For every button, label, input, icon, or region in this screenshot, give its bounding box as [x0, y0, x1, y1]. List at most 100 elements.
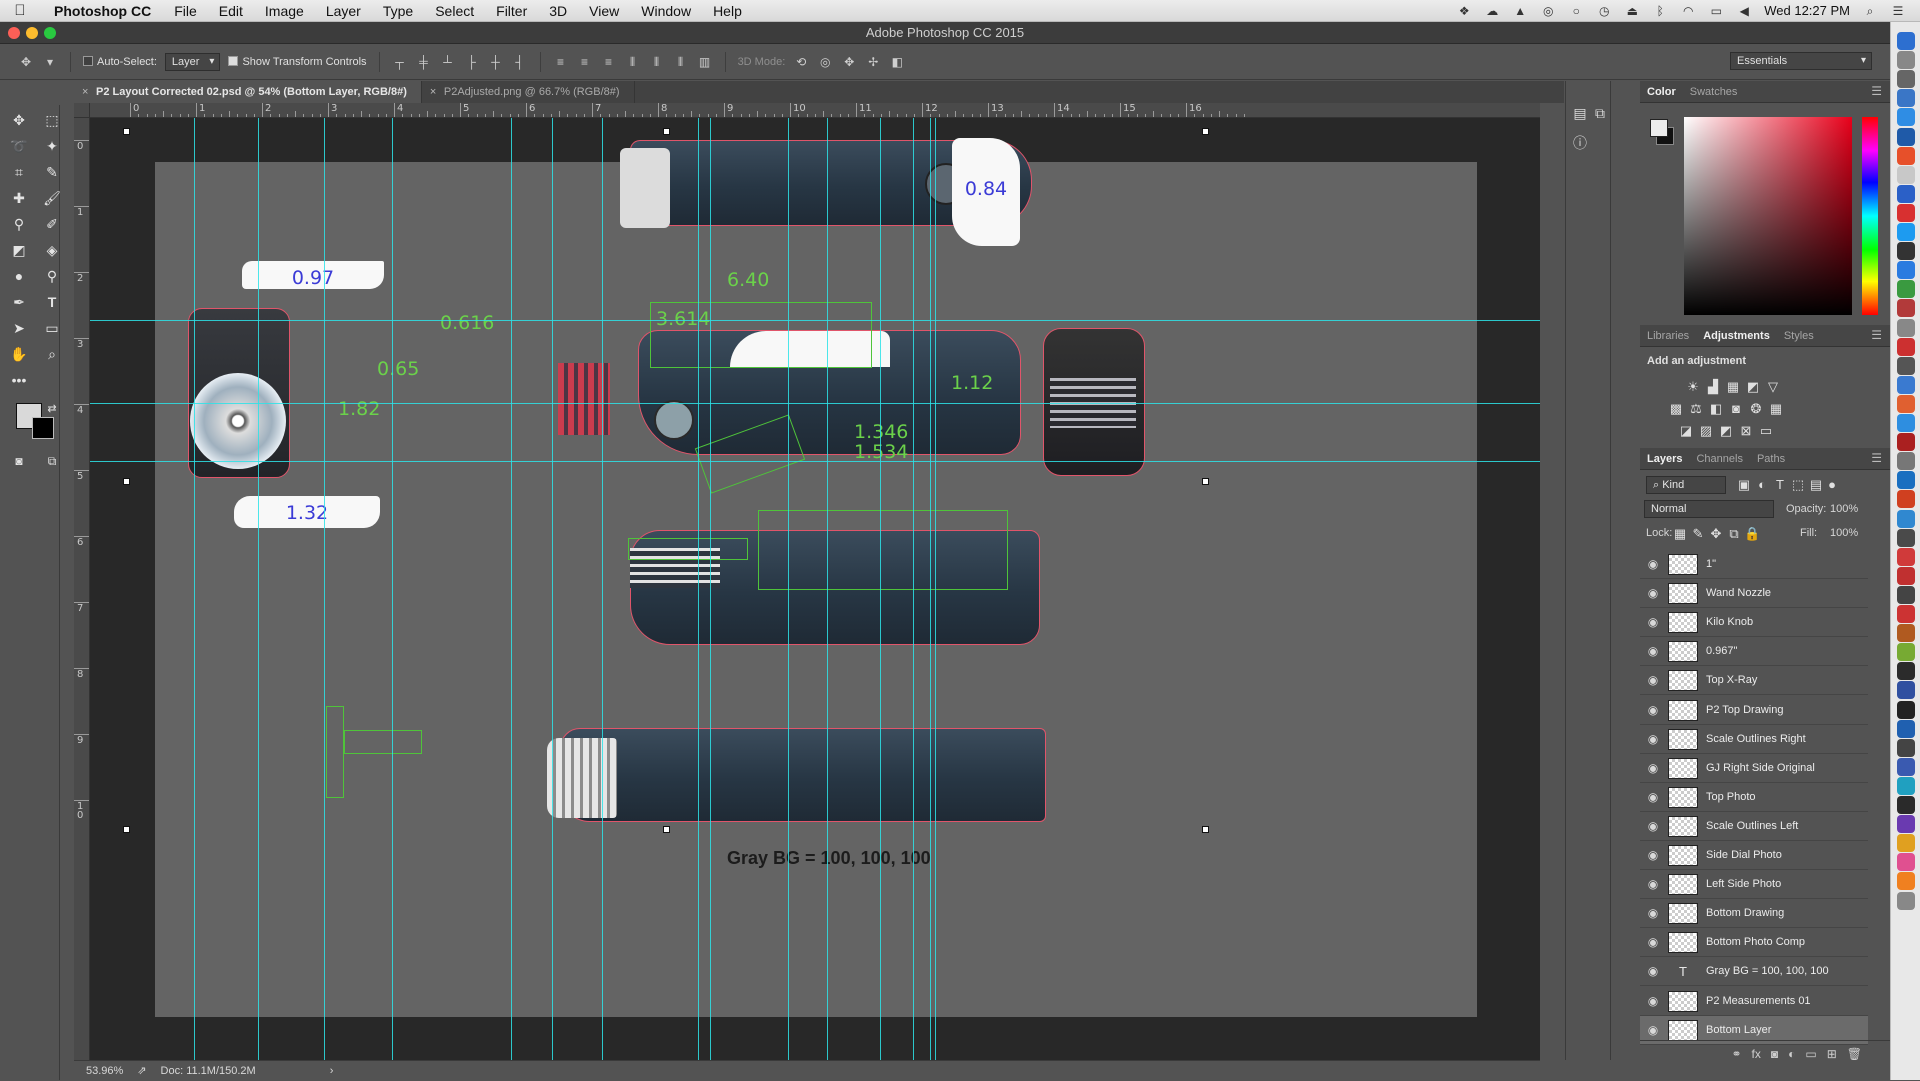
lock-position-icon[interactable]: ✥: [1708, 526, 1724, 542]
distribute-right-icon[interactable]: ⦀: [673, 54, 689, 70]
new-group-icon[interactable]: ▭: [1805, 1047, 1816, 1061]
info-panel-icon[interactable]: ⓘ: [1570, 133, 1590, 153]
screen-mode-icon[interactable]: ⧉: [40, 450, 64, 472]
auto-align-icon[interactable]: ▥: [697, 54, 713, 70]
dock-app-icon[interactable]: [1897, 165, 1915, 184]
menu-app-name[interactable]: Photoshop CC: [40, 3, 163, 19]
photo-filter-icon[interactable]: ◙: [1728, 401, 1744, 417]
dock-app-icon[interactable]: [1897, 796, 1915, 814]
menu-help[interactable]: Help: [702, 3, 753, 19]
distribute-top-icon[interactable]: ≡: [553, 54, 569, 70]
menu-type[interactable]: Type: [372, 3, 424, 19]
visibility-eye-icon[interactable]: ◉: [1646, 557, 1660, 571]
paint-bucket-tool-icon[interactable]: ◈: [40, 239, 64, 261]
auto-select-checkbox[interactable]: Auto-Select:: [83, 55, 157, 68]
filter-toggle-icon[interactable]: ●: [1824, 477, 1840, 493]
magic-wand-tool-icon[interactable]: ✦: [40, 135, 64, 157]
new-adjustment-icon[interactable]: ◐: [1788, 1047, 1795, 1061]
dock-app-icon[interactable]: [1897, 433, 1915, 452]
zoom-level[interactable]: 53.96%: [86, 1061, 123, 1080]
zoom-window-button[interactable]: [44, 27, 56, 39]
close-tab-icon[interactable]: ×: [430, 81, 436, 103]
visibility-eye-icon[interactable]: ◉: [1646, 964, 1660, 978]
dock-app-icon[interactable]: [1897, 490, 1915, 509]
color-field[interactable]: [1684, 117, 1852, 315]
dock-app-icon[interactable]: [1897, 394, 1915, 413]
visibility-eye-icon[interactable]: ◉: [1646, 877, 1660, 891]
dock-app-icon[interactable]: [1897, 700, 1915, 719]
creative-cloud-icon[interactable]: ◎: [1540, 4, 1556, 18]
menu-edit[interactable]: Edit: [208, 3, 254, 19]
transform-handle[interactable]: [1202, 826, 1209, 833]
menu-select[interactable]: Select: [424, 3, 485, 19]
dodge-tool-icon[interactable]: ⚲: [40, 265, 64, 287]
layer-row[interactable]: ◉ P2 Top Drawing: [1640, 696, 1868, 725]
rectangle-tool-icon[interactable]: ▭: [40, 317, 64, 339]
auto-select-dropdown[interactable]: Layer: [164, 52, 221, 71]
dock-app-icon[interactable]: [1897, 738, 1915, 757]
dock-app-icon[interactable]: [1897, 471, 1915, 490]
layer-row[interactable]: ◉ Top X-Ray: [1640, 666, 1868, 696]
ruler-origin[interactable]: [74, 103, 90, 118]
menu-layer[interactable]: Layer: [315, 3, 372, 19]
distribute-left-icon[interactable]: ⦀: [625, 54, 641, 70]
align-vcenter-icon[interactable]: ╪: [416, 54, 432, 70]
black-white-icon[interactable]: ◧: [1708, 401, 1724, 417]
layer-style-icon[interactable]: fx: [1752, 1047, 1761, 1061]
menu-image[interactable]: Image: [254, 3, 315, 19]
doc-tab-p2-adjusted[interactable]: × P2Adjusted.png @ 66.7% (RGB/8#): [422, 81, 635, 103]
move-tool-icon[interactable]: ✥: [7, 109, 31, 131]
menu-3d[interactable]: 3D: [538, 3, 578, 19]
marquee-tool-icon[interactable]: ⬚: [40, 109, 64, 131]
vertical-ruler[interactable]: 0 1 2 3 4 5 6 7 8 9 1 0: [74, 118, 90, 1060]
close-tab-icon[interactable]: ×: [82, 81, 88, 103]
dock-app-icon[interactable]: [1897, 375, 1915, 394]
dock-app-icon[interactable]: [1897, 757, 1915, 776]
hue-slider[interactable]: [1862, 117, 1878, 315]
dock-app-icon[interactable]: [1897, 337, 1915, 356]
visibility-eye-icon[interactable]: ◉: [1646, 848, 1660, 862]
visibility-eye-icon[interactable]: ◉: [1646, 906, 1660, 920]
lock-all-icon[interactable]: 🔒: [1744, 526, 1760, 542]
hue-saturation-icon[interactable]: ▩: [1668, 401, 1684, 417]
time-machine-icon[interactable]: ◷: [1596, 4, 1612, 18]
pen-tool-icon[interactable]: ✒: [7, 291, 31, 313]
notification-center-icon[interactable]: ☰: [1890, 4, 1906, 18]
dock-app-icon[interactable]: [1897, 127, 1915, 146]
dock-app-icon[interactable]: [1897, 89, 1915, 108]
dock-app-icon[interactable]: [1897, 834, 1915, 853]
visibility-eye-icon[interactable]: ◉: [1646, 935, 1660, 949]
layer-row[interactable]: ◉ Bottom Photo Comp: [1640, 928, 1868, 958]
visibility-eye-icon[interactable]: ◉: [1646, 673, 1660, 687]
lock-image-icon[interactable]: ✎: [1690, 526, 1706, 542]
blur-tool-icon[interactable]: ●: [7, 265, 31, 287]
menubar-clock[interactable]: Wed 12:27 PM: [1764, 3, 1850, 18]
tab-color[interactable]: Color: [1647, 86, 1676, 98]
apple-menu-icon[interactable]: : [0, 2, 40, 19]
tab-swatches[interactable]: Swatches: [1690, 86, 1738, 98]
transform-handle[interactable]: [663, 128, 670, 135]
align-right-icon[interactable]: ┤: [512, 54, 528, 70]
clone-stamp-tool-icon[interactable]: ⚲: [7, 213, 31, 235]
layer-row[interactable]: ◉ Side Dial Photo: [1640, 841, 1868, 870]
delete-layer-icon[interactable]: 🗑: [1847, 1047, 1862, 1061]
dock-app-icon[interactable]: [1897, 70, 1915, 89]
gradient-map-icon[interactable]: ▭: [1758, 423, 1774, 439]
invert-icon[interactable]: ◪: [1678, 423, 1694, 439]
document-canvas[interactable]: 0.97 1.32 0.84 6.40 3.614 0.616 0.65 1.8…: [90, 118, 1540, 1060]
menu-view[interactable]: View: [578, 3, 630, 19]
link-layers-icon[interactable]: ⚭: [1731, 1047, 1741, 1061]
workspace-dropdown[interactable]: Essentials: [1730, 52, 1872, 70]
move-tool-preset-icon[interactable]: ✥: [18, 54, 34, 70]
add-mask-icon[interactable]: ◙: [1771, 1047, 1778, 1061]
filter-pixel-icon[interactable]: ▣: [1736, 477, 1752, 493]
transform-handle[interactable]: [1202, 478, 1209, 485]
dock-app-icon[interactable]: [1897, 299, 1915, 318]
transform-handle[interactable]: [123, 478, 130, 485]
lock-artboard-icon[interactable]: ⧉: [1726, 526, 1742, 542]
curves-icon[interactable]: ▦: [1725, 379, 1741, 395]
path-selection-tool-icon[interactable]: ➤: [7, 317, 31, 339]
bluetooth-icon[interactable]: ᛒ: [1652, 4, 1668, 18]
layer-row[interactable]: ◉ 1": [1640, 550, 1868, 579]
layer-filter-dropdown[interactable]: ⌕ Kind: [1646, 476, 1726, 494]
